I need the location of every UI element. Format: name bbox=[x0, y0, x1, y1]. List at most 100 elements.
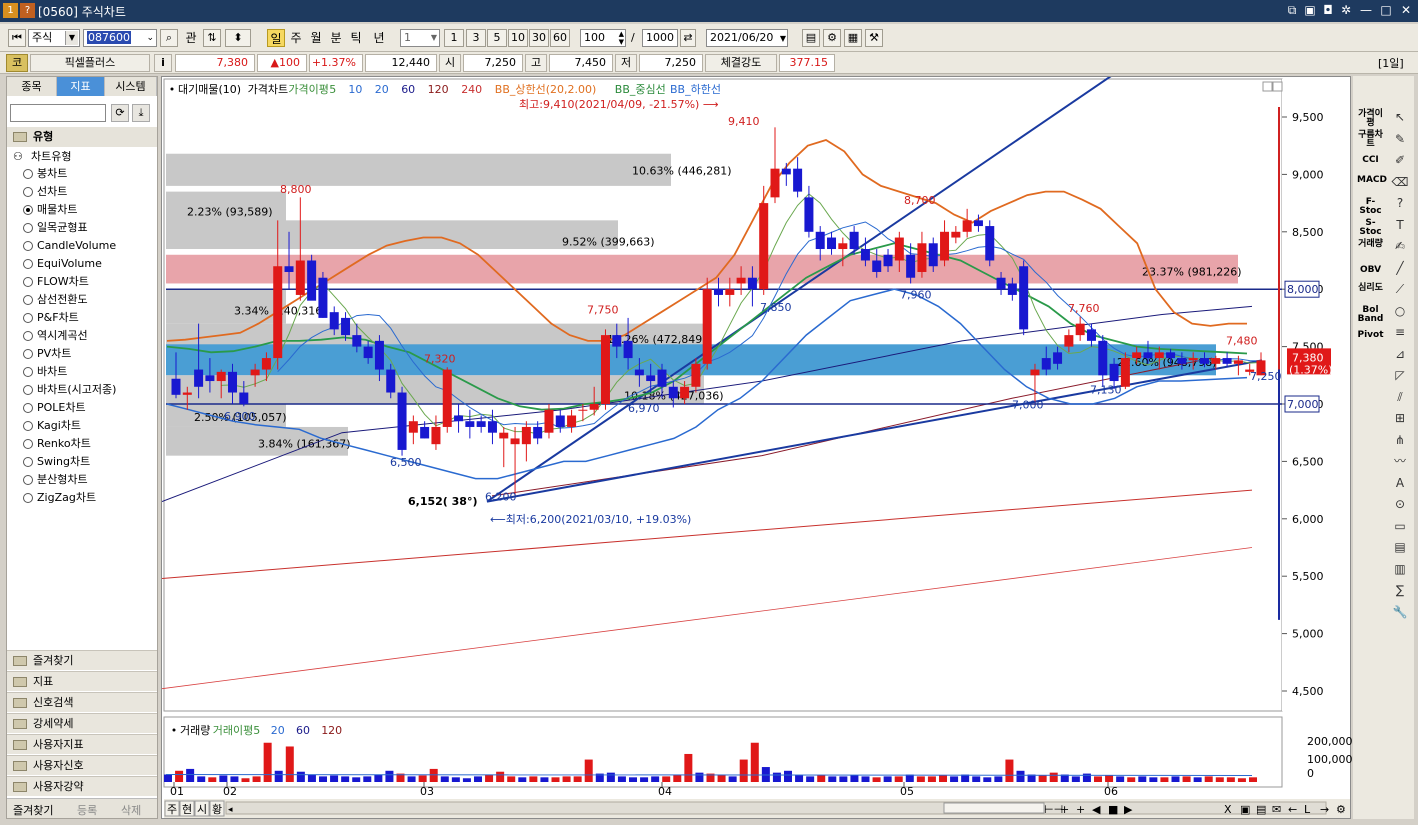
indicator-shortcut[interactable]: S-Stoc bbox=[1357, 219, 1384, 237]
settings-gear-icon[interactable]: ✲ bbox=[1338, 3, 1354, 18]
chart-type-item[interactable]: 분산형차트 bbox=[23, 471, 88, 489]
search-input[interactable] bbox=[10, 104, 106, 122]
chart-type-item[interactable]: Swing차트 bbox=[23, 453, 90, 471]
indicator-shortcut[interactable]: 거래량 bbox=[1357, 240, 1384, 249]
chart-area[interactable]: 10.63% (446,281) 2.23% (93,589) 9.52% (399… bbox=[161, 47, 1353, 820]
chart-svg[interactable]: 10.63% (446,281) 2.23% (93,589) 9.52% (399… bbox=[161, 47, 1353, 820]
close-button[interactable]: ✕ bbox=[1398, 3, 1414, 18]
radio-icon[interactable] bbox=[23, 349, 33, 359]
radio-icon[interactable] bbox=[23, 385, 33, 395]
tree-chart-types[interactable]: ⚇ 차트유형 bbox=[13, 149, 71, 165]
radio-icon[interactable] bbox=[23, 457, 33, 467]
group-item[interactable]: 신호검색 bbox=[7, 692, 157, 712]
chart-type-item[interactable]: PV차트 bbox=[23, 345, 71, 363]
delete-button[interactable]: 삭제 bbox=[121, 802, 141, 818]
chart-type-item[interactable]: 선차트 bbox=[23, 183, 67, 201]
radio-icon[interactable] bbox=[23, 295, 33, 305]
save-icon[interactable]: ▦ bbox=[844, 29, 862, 47]
register-button[interactable]: 등록 bbox=[77, 802, 97, 818]
period-year[interactable]: 년 bbox=[370, 29, 388, 47]
line2-icon[interactable]: ⟋ bbox=[1391, 280, 1409, 298]
group-item[interactable]: 강세약세 bbox=[7, 713, 157, 733]
radio-icon[interactable] bbox=[23, 439, 33, 449]
market-select[interactable]: 주식 ▼ bbox=[28, 29, 80, 47]
tab-indicators[interactable]: 지표 bbox=[57, 77, 105, 96]
count-dropdown-icon[interactable]: ▼ bbox=[431, 30, 437, 46]
chart-type-item[interactable]: Renko차트 bbox=[23, 435, 91, 453]
chart-type-item[interactable]: P&F차트 bbox=[23, 309, 79, 327]
window-icon[interactable]: ▭ bbox=[1391, 517, 1409, 535]
chart-type-item[interactable]: POLE차트 bbox=[23, 399, 86, 417]
radio-icon[interactable] bbox=[23, 421, 33, 431]
sort-icon[interactable]: ⇅ bbox=[203, 29, 221, 47]
period-day[interactable]: 일 bbox=[267, 29, 285, 47]
indicator-shortcut[interactable]: MACD bbox=[1357, 176, 1387, 185]
chart-type-item[interactable]: 봉차트 bbox=[23, 165, 67, 183]
doc-icon[interactable]: ▤ bbox=[1391, 538, 1409, 556]
date-input[interactable]: 2021/06/20 ▼ bbox=[706, 29, 788, 47]
search-icon[interactable]: ⌕ bbox=[160, 29, 178, 47]
chart-type-item[interactable]: EquiVolume bbox=[23, 255, 102, 273]
chart-type-item[interactable]: 삼선전환도 bbox=[23, 291, 88, 309]
chart-type-item[interactable]: Kagi차트 bbox=[23, 417, 81, 435]
stock-code-input[interactable]: 087600 ⌄ bbox=[83, 29, 157, 47]
indicator-shortcut[interactable]: Pivot bbox=[1357, 331, 1384, 340]
wrench-icon[interactable]: 🔧 bbox=[1391, 603, 1409, 621]
refresh-icon[interactable]: ⟳ bbox=[111, 104, 129, 122]
channel-icon[interactable]: ⫽ bbox=[1391, 388, 1409, 406]
group-item[interactable]: 즐겨찾기 bbox=[7, 650, 157, 670]
period-tick[interactable]: 틱 bbox=[347, 29, 365, 47]
shortcut-5[interactable]: 5 bbox=[487, 29, 507, 47]
eraser-icon[interactable]: ⌫ bbox=[1391, 173, 1409, 191]
help-badge[interactable]: ? bbox=[20, 3, 35, 18]
total-count-input[interactable]: 1000 bbox=[642, 29, 678, 47]
tab-system[interactable]: 시스템 bbox=[105, 77, 157, 96]
tools-icon[interactable]: ⚒ bbox=[865, 29, 883, 47]
download-icon[interactable]: ⤓ bbox=[132, 104, 150, 122]
period-month[interactable]: 월 bbox=[307, 29, 325, 47]
indicator-shortcut[interactable]: OBV bbox=[1357, 266, 1384, 275]
first-icon[interactable]: ⏮ bbox=[8, 29, 26, 47]
group-item[interactable]: 사용자신호 bbox=[7, 755, 157, 775]
indicator-shortcut[interactable]: 가격이평 bbox=[1357, 110, 1384, 128]
radio-icon[interactable] bbox=[23, 475, 33, 485]
auto-icon[interactable]: A bbox=[1391, 474, 1409, 492]
calendar-dropdown-icon[interactable]: ▼ bbox=[780, 31, 786, 47]
shortcut-60[interactable]: 60 bbox=[550, 29, 570, 47]
indicator-shortcut[interactable]: 구름차트 bbox=[1357, 131, 1384, 149]
pitchfork-icon[interactable]: ⋔ bbox=[1391, 431, 1409, 449]
pen-icon[interactable]: ✎ bbox=[1391, 130, 1409, 148]
tab-favorites[interactable]: 즐겨찾기 bbox=[13, 802, 53, 818]
group-item[interactable]: 사용자지표 bbox=[7, 734, 157, 754]
pencil-icon[interactable]: ✐ bbox=[1391, 151, 1409, 169]
radio-icon[interactable] bbox=[23, 205, 33, 215]
code-dropdown-icon[interactable]: ⌄ bbox=[146, 30, 154, 46]
question-icon[interactable]: ? bbox=[1391, 194, 1409, 212]
indicator-shortcut[interactable]: 심리도 bbox=[1357, 284, 1384, 293]
period-week[interactable]: 주 bbox=[287, 29, 305, 47]
spin-icon[interactable]: ▲ ▼ bbox=[619, 30, 624, 46]
cursor-icon[interactable]: ↖ bbox=[1391, 108, 1409, 126]
calc-icon[interactable]: ∑ bbox=[1391, 581, 1409, 599]
chart-type-item[interactable]: 매물차트 bbox=[23, 201, 77, 219]
capture-icon[interactable]: ◘ bbox=[1320, 3, 1336, 18]
gann-icon[interactable]: ◸ bbox=[1391, 366, 1409, 384]
period-minute[interactable]: 분 bbox=[327, 29, 345, 47]
chart-type-item[interactable]: ZigZag차트 bbox=[23, 489, 96, 507]
chart-type-item[interactable]: CandleVolume bbox=[23, 237, 116, 255]
brush-icon[interactable]: ✍ bbox=[1391, 237, 1409, 255]
dropdown-arrow-icon[interactable]: ▼ bbox=[65, 31, 78, 45]
maximize-button[interactable]: □ bbox=[1378, 3, 1394, 18]
section-type[interactable]: 유형 bbox=[7, 127, 157, 147]
chart-type-item[interactable]: 바차트 bbox=[23, 363, 67, 381]
gwan-button[interactable]: 관 bbox=[182, 29, 200, 47]
bar-count-input[interactable]: 100 ▲ ▼ bbox=[580, 29, 626, 47]
circle-icon[interactable]: ○ bbox=[1391, 302, 1409, 320]
group-item[interactable]: 사용자강약 bbox=[7, 776, 157, 796]
apply-icon[interactable]: ⇄ bbox=[680, 29, 696, 47]
radio-icon[interactable] bbox=[23, 331, 33, 341]
chart-type-item[interactable]: 바차트(시고저종) bbox=[23, 381, 116, 399]
indicator-shortcut[interactable]: CCI bbox=[1357, 156, 1384, 165]
stepper-icon[interactable]: ⬍ bbox=[225, 29, 251, 47]
cycle-icon[interactable]: ⊙ bbox=[1391, 495, 1409, 513]
